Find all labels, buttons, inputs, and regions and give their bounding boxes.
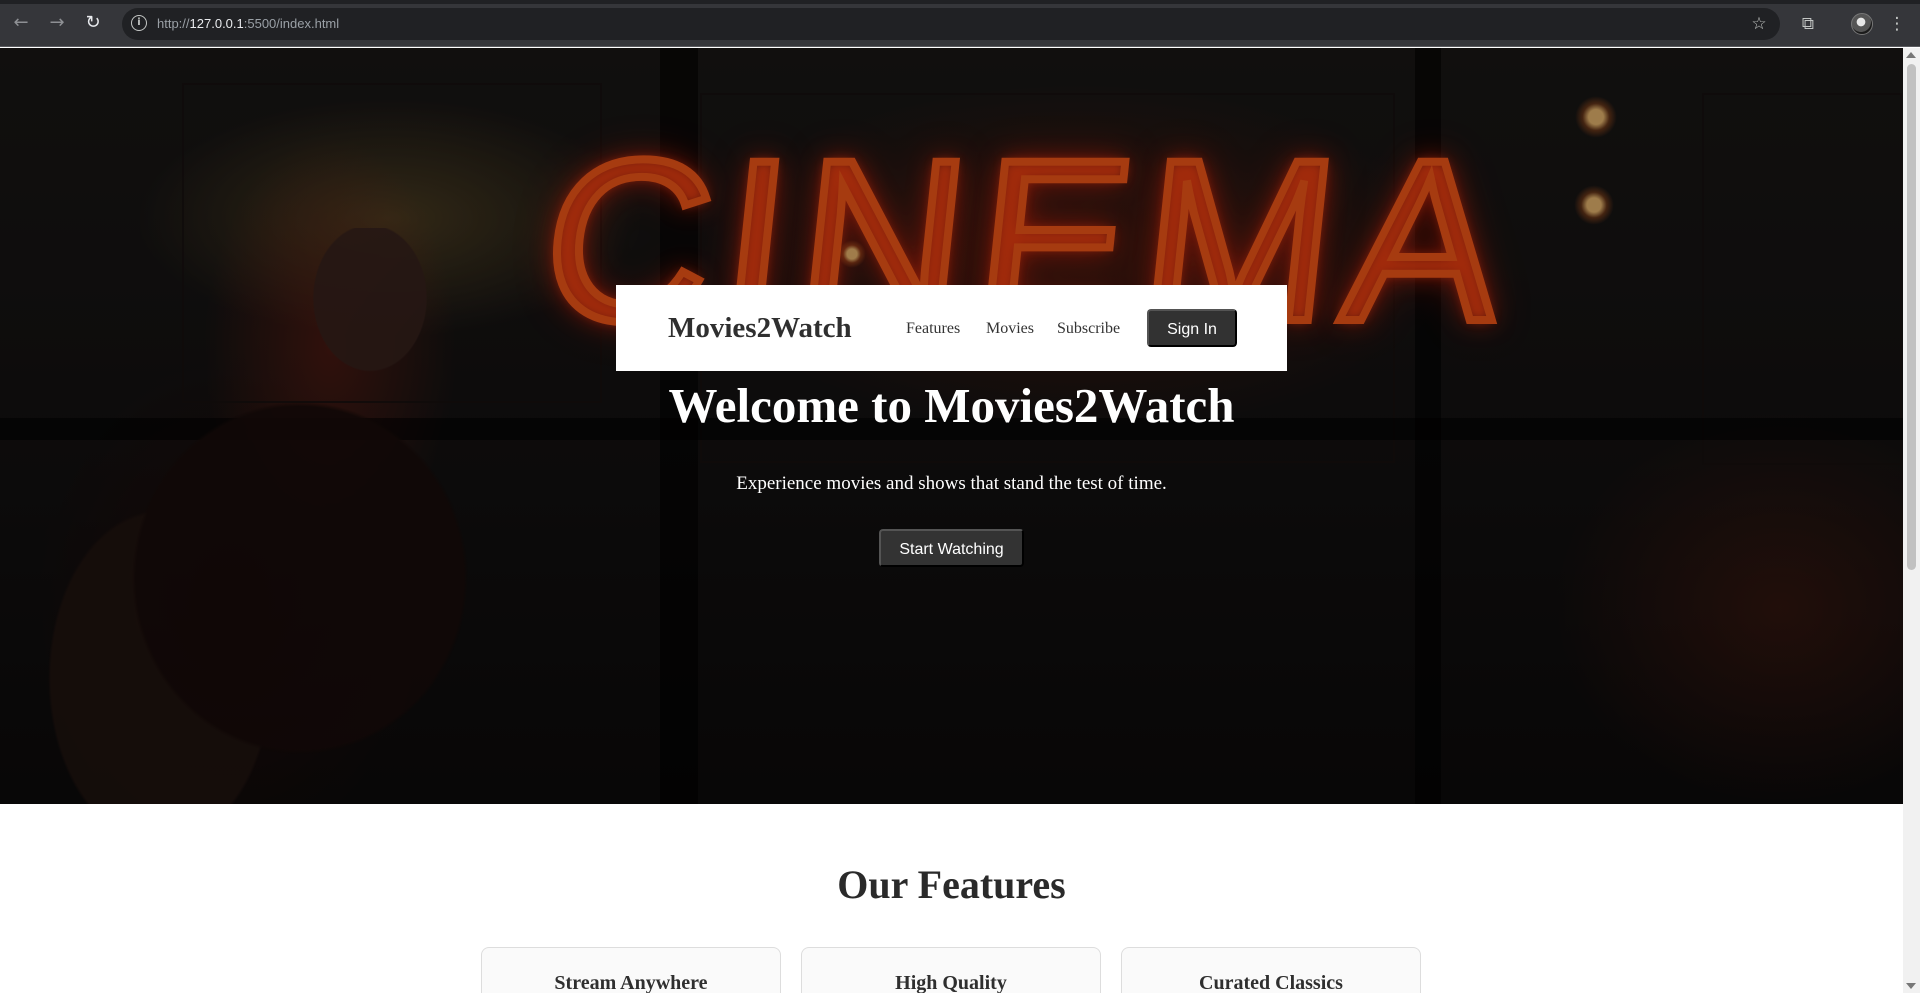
start-watching-button[interactable]: Start Watching xyxy=(879,529,1024,567)
sign-in-button[interactable]: Sign In xyxy=(1147,309,1237,347)
url-text[interactable]: http://127.0.0.1:5500/index.html xyxy=(157,15,339,33)
hero-subtitle: Experience movies and shows that stand t… xyxy=(736,473,1167,494)
feature-card: Curated Classics xyxy=(1121,947,1421,993)
site-logo[interactable]: Movies2Watch xyxy=(668,308,852,348)
reload-icon[interactable]: ↻ xyxy=(82,12,104,34)
hero-title: Welcome to Movies2Watch xyxy=(668,378,1235,433)
address-bar[interactable] xyxy=(122,8,1780,40)
nav-link-movies[interactable]: Movies xyxy=(986,318,1034,340)
avatar[interactable] xyxy=(1851,13,1873,35)
forward-arrow-icon[interactable]: → xyxy=(46,12,68,34)
features-heading: Our Features xyxy=(837,862,1066,907)
back-arrow-icon[interactable]: ← xyxy=(10,12,32,34)
star-icon[interactable]: ☆ xyxy=(1748,13,1770,35)
window-top-strip xyxy=(0,0,1920,4)
main-navbar: Movies2Watch Features Movies Subscribe S… xyxy=(616,285,1287,371)
info-icon[interactable]: i xyxy=(131,15,147,31)
nav-link-subscribe[interactable]: Subscribe xyxy=(1057,318,1120,340)
feature-card: Stream Anywhere xyxy=(481,947,781,993)
scroll-up-arrow-icon[interactable] xyxy=(1906,52,1916,58)
nav-link-features[interactable]: Features xyxy=(906,318,960,340)
puzzle-icon[interactable]: ⧉ xyxy=(1797,13,1819,35)
feature-title-curated-classics: Curated Classics xyxy=(1199,972,1343,993)
scroll-thumb[interactable] xyxy=(1907,64,1916,570)
scroll-down-arrow-icon[interactable] xyxy=(1906,983,1916,989)
browser-toolbar: ← → ↻ i http://127.0.0.1:5500/index.html… xyxy=(0,0,1920,47)
feature-title-stream-anywhere: Stream Anywhere xyxy=(554,972,708,993)
more-vertical-icon[interactable]: ⋮ xyxy=(1886,13,1908,35)
feature-card: High Quality xyxy=(801,947,1101,993)
feature-title-high-quality: High Quality xyxy=(895,972,1007,993)
